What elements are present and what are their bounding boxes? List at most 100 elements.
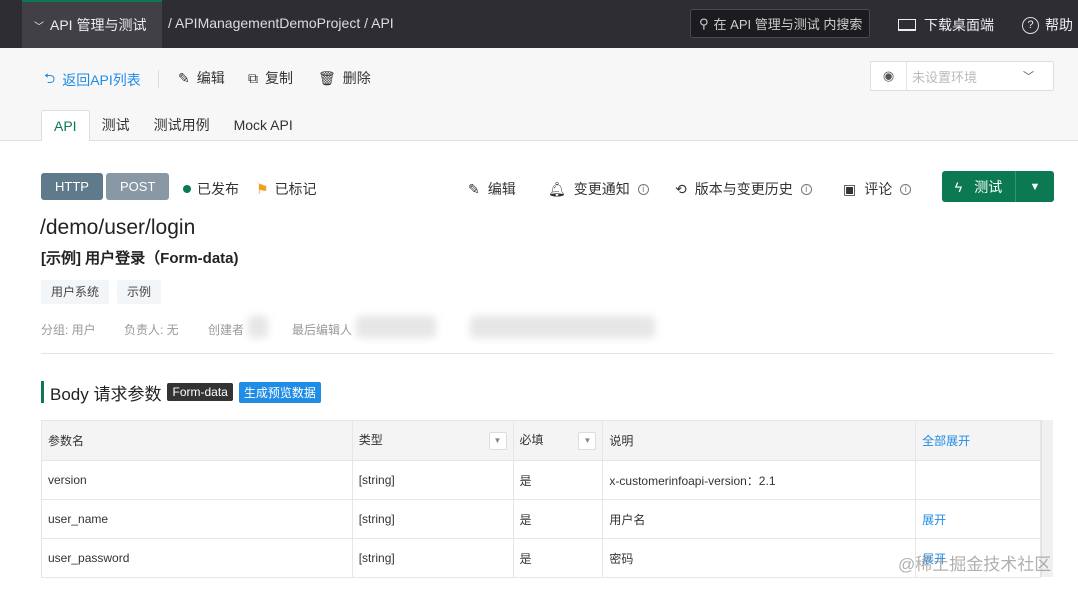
expand-all-link[interactable]: 全部展开 [915, 420, 1041, 461]
search-input[interactable]: ⚲ 在 API 管理与测试 内搜索 [690, 9, 870, 38]
comment-label: 评论 [864, 181, 893, 197]
test-label: 测试 [974, 178, 1003, 195]
creator-meta: 创建者 [208, 323, 245, 337]
marked-toggle[interactable]: ⚑ 已标记 [256, 179, 317, 199]
chevron-down-icon: ﹀ [1023, 71, 1034, 83]
return-icon: ⮌ [44, 70, 56, 86]
help-button[interactable]: ? 帮助 [1022, 15, 1073, 35]
history-icon: ⟲ [675, 180, 687, 197]
copy-label: 复制 [265, 70, 293, 86]
param-action [915, 460, 1041, 500]
flag-icon: ⚑ [256, 180, 269, 197]
copy-button[interactable]: ⧉ 复制 [248, 68, 293, 88]
info-icon: i [900, 183, 912, 195]
table-header: 参数名 类型 ▼ 必填 ▼ 说明 全部展开 [41, 420, 1041, 461]
generate-preview-button[interactable]: 生成预览数据 [238, 381, 321, 403]
divider [41, 353, 1054, 354]
expand-link[interactable]: 展开 [915, 499, 1041, 539]
tab-mock-api[interactable]: Mock API [222, 110, 305, 141]
project-switcher[interactable]: ﹀ API 管理与测试 [22, 0, 162, 48]
trash-icon: 🗑 [318, 69, 336, 86]
tab-bar: API 测试 测试用例 Mock API [41, 110, 305, 141]
back-label: 返回API列表 [62, 72, 141, 88]
info-icon: i [637, 183, 649, 195]
table-row: user_password [string] 是密码 展开 [41, 538, 1041, 578]
test-dropdown-button[interactable]: ▼ [1016, 171, 1054, 202]
section-title: Body 请求参数 [50, 384, 162, 404]
param-type: [string] [351, 460, 514, 500]
bell-icon: 🔔︎ [548, 180, 566, 197]
caret-down-icon: ▼ [1029, 180, 1041, 193]
laptop-icon [898, 19, 916, 31]
tab-api[interactable]: API [41, 110, 90, 141]
chevron-down-icon: ﹀ [34, 21, 44, 33]
api-name: [示例] 用户登录（Form-data) [41, 250, 239, 267]
copy-icon: ⧉ [248, 69, 258, 86]
param-required: 是 [512, 538, 604, 578]
edit-label: 编辑 [196, 70, 225, 86]
env-placeholder: 未设置环境 [912, 69, 978, 85]
search-icon: ⚲ [699, 15, 709, 31]
param-name: user_password [41, 538, 353, 578]
back-to-list-button[interactable]: ⮌ 返回API列表 [44, 68, 141, 92]
param-desc: x-customerinfoapi-version：2.1 [602, 460, 917, 500]
comment-action[interactable]: ▣ 评论 i [843, 179, 912, 199]
test-button[interactable]: ϟ 测试 [942, 171, 1016, 202]
owner-meta: 负责人: 无 [124, 323, 179, 337]
tag: 示例 [117, 280, 162, 304]
params-table: 参数名 类型 ▼ 必填 ▼ 说明 全部展开 version [string] 是 x-cu… [41, 420, 1041, 578]
status-badge: 已发布 [183, 179, 239, 199]
redacted-creator [248, 316, 268, 338]
help-label: 帮助 [1045, 17, 1073, 33]
breadcrumb[interactable]: / APIManagementDemoProject / API [168, 15, 394, 31]
tab-test-cases[interactable]: 测试用例 [142, 110, 222, 141]
col-type: 类型 ▼ [351, 420, 514, 461]
api-path: /demo/user/login [40, 216, 196, 239]
group-meta: 分组: 用户 [41, 323, 96, 337]
table-row: version [string] 是 x-customerinfoapi-versio… [41, 460, 1041, 500]
method-badge: POST [106, 173, 170, 200]
param-required: 是 [512, 460, 604, 500]
pencil-icon: ✎ [468, 180, 480, 197]
param-type: [string] [351, 538, 514, 578]
param-type: [string] [351, 499, 514, 539]
body-params-header: Body 请求参数 Form-data 生成预览数据 [41, 381, 321, 404]
change-notify-action[interactable]: 🔔︎ 变更通知 i [548, 179, 649, 199]
filter-icon[interactable]: ▼ [578, 432, 597, 450]
marked-label: 已标记 [274, 181, 317, 197]
project-name: API 管理与测试 [50, 17, 147, 33]
format-badge: Form-data [167, 383, 233, 401]
lightning-icon: ϟ [954, 178, 963, 195]
notify-label: 变更通知 [573, 181, 630, 197]
eye-icon: ◉ [871, 62, 907, 90]
environment-select[interactable]: ◉ 未设置环境 ﹀ [870, 61, 1054, 91]
history-label: 版本与变更历史 [694, 181, 793, 197]
search-placeholder: 在 API 管理与测试 内搜索 [713, 17, 863, 32]
param-name: user_name [41, 499, 353, 539]
edit-button[interactable]: ✎ 编辑 [178, 68, 225, 88]
edit-action[interactable]: ✎ 编辑 [468, 179, 516, 199]
redacted-time [470, 316, 655, 338]
col-desc: 说明 [602, 420, 917, 461]
col-required-label: 必填 [519, 433, 544, 447]
table-row: user_name [string] 是用户名 展开 [41, 499, 1041, 539]
download-desktop-button[interactable]: 下载桌面端 [898, 15, 994, 35]
filter-icon[interactable]: ▼ [488, 432, 507, 450]
edit-action-label: 编辑 [487, 181, 516, 197]
delete-button[interactable]: 🗑 删除 [318, 68, 371, 88]
version-history-action[interactable]: ⟲ 版本与变更历史 i [675, 179, 812, 199]
api-toolbar: ⮌ 返回API列表 ✎ 编辑 ⧉ 复制 🗑 删除 ◉ 未设置环境 ﹀ API 测试 测试用例… [0, 48, 1078, 141]
test-button-group: ϟ 测试 ▼ [942, 171, 1054, 202]
param-desc: 密码 [602, 538, 917, 578]
divider [158, 70, 159, 88]
comment-icon: ▣ [843, 180, 857, 197]
last-editor-meta: 最后编辑人 [292, 323, 353, 337]
param-desc: 用户名 [602, 499, 917, 539]
redacted-editor [356, 316, 436, 338]
param-required: 是 [512, 499, 604, 539]
delete-label: 删除 [342, 70, 371, 86]
param-name: version [41, 460, 353, 500]
top-bar: ﹀ API 管理与测试 / APIManagementDemoProject / … [0, 0, 1078, 48]
download-label: 下载桌面端 [924, 17, 994, 33]
tab-test[interactable]: 测试 [90, 110, 142, 141]
